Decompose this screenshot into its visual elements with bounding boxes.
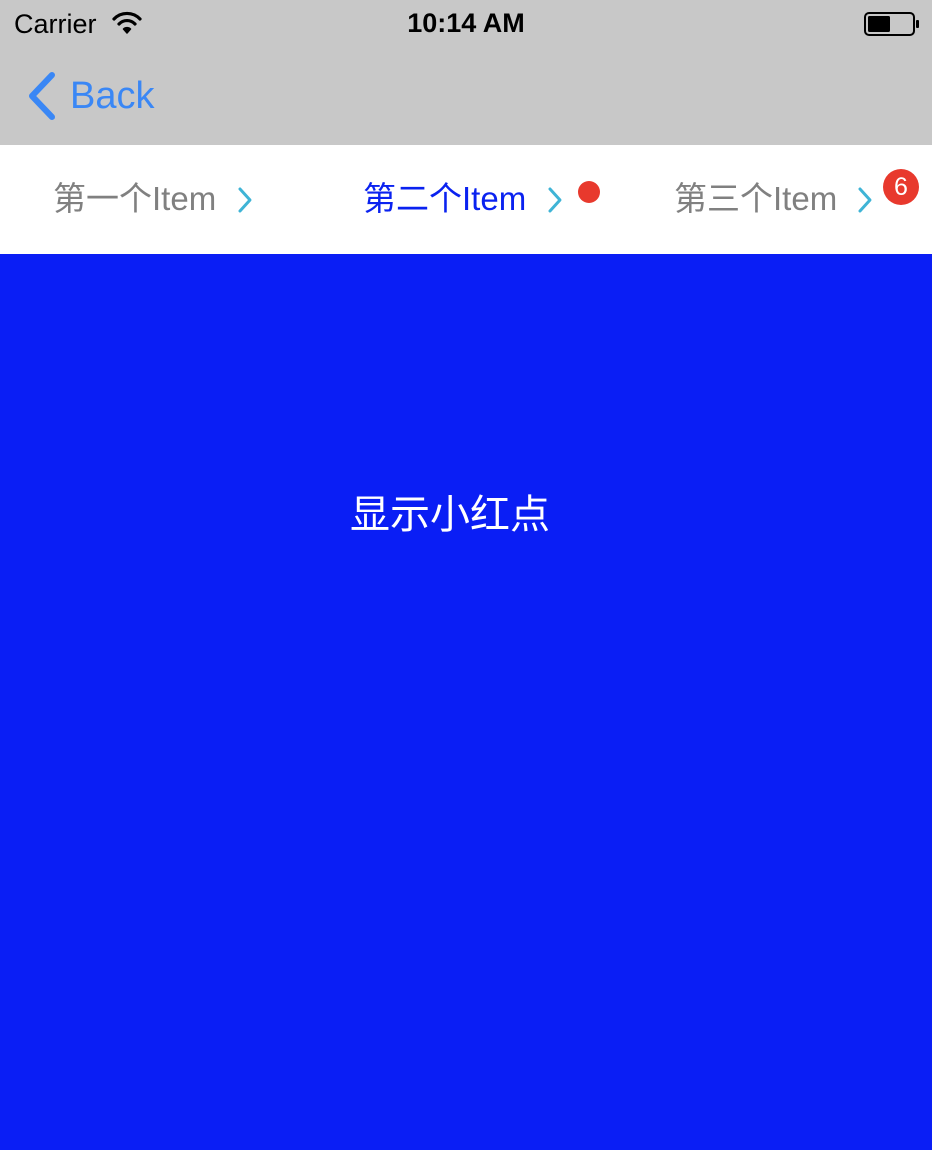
tab-item-2[interactable]: 第二个Item — [310, 145, 620, 254]
tab-bar: 第一个Item 第二个Item 第三个Item 6 — [0, 145, 932, 254]
chevron-left-icon — [29, 72, 55, 120]
tab-item-2-label: 第二个Item — [363, 180, 527, 217]
navigation-bar: Back — [0, 46, 932, 145]
status-bar: Carrier 10:14 AM — [0, 0, 932, 46]
back-button[interactable]: Back — [24, 68, 154, 124]
red-dot-indicator — [578, 181, 600, 203]
notification-badge: 6 — [883, 169, 919, 205]
tab-item-1-label: 第一个Item — [53, 180, 217, 217]
tab-item-3-label: 第三个Item — [674, 180, 838, 217]
chevron-right-icon — [858, 187, 872, 213]
back-label: Back — [70, 75, 155, 117]
battery-icon — [864, 12, 919, 36]
content-message: 显示小红点 — [350, 493, 550, 537]
chevron-right-icon — [238, 187, 252, 213]
tab-item-1[interactable]: 第一个Item — [0, 145, 310, 254]
content-panel: 显示小红点 — [0, 254, 932, 1150]
chevron-right-icon — [548, 187, 562, 213]
top-bar: Carrier 10:14 AM Back — [0, 0, 932, 145]
status-time: 10:14 AM — [407, 8, 525, 38]
tab-item-3[interactable]: 第三个Item 6 — [620, 145, 932, 254]
